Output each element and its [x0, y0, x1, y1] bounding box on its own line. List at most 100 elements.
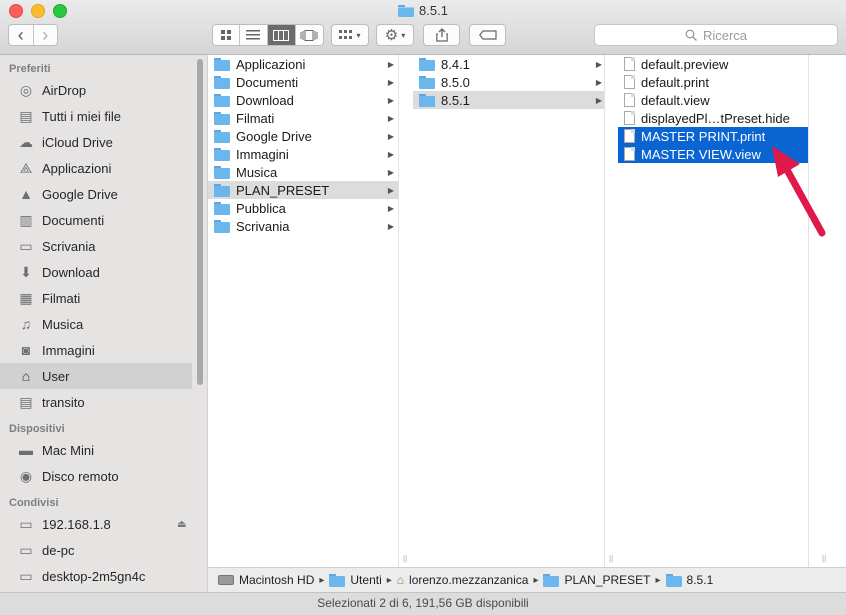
folder-icon — [214, 201, 230, 215]
column-divider[interactable]: || — [398, 55, 413, 567]
edit-tags-button[interactable] — [469, 24, 506, 46]
applications-icon: ⟁ — [19, 159, 33, 176]
sidebar-item-label: Mac Mini — [42, 442, 95, 458]
disclosure-arrow-icon: ▶ — [595, 77, 602, 87]
list-view-button[interactable] — [240, 25, 268, 45]
sidebar-item-remote-disc[interactable]: ◉ Disco remoto — [0, 463, 207, 489]
file-row[interactable]: default.preview — [618, 55, 808, 73]
document-icon — [624, 75, 635, 89]
window-toolbar: 8.5.1 ‹ › ▾ ⚙ ▾ Ricerca — [0, 0, 846, 55]
all-files-icon: ▤ — [19, 107, 33, 124]
sidebar-section-header: Condivisi — [9, 497, 59, 509]
disclosure-arrow-icon: ▶ — [387, 185, 394, 195]
item-label: 8.5.0 — [441, 74, 470, 90]
search-field[interactable]: Ricerca — [594, 24, 838, 46]
pictures-icon: ◙ — [21, 342, 31, 358]
sidebar: Preferiti ◎ AirDrop ▤ Tutti i miei file ☁ i… — [0, 55, 208, 593]
forward-button[interactable]: › — [34, 25, 58, 45]
list-view-icon — [246, 30, 261, 40]
path-segment[interactable]: Macintosh HD — [239, 573, 314, 587]
sidebar-item-applications[interactable]: ⟁ Applicazioni — [0, 155, 207, 181]
item-label: MASTER PRINT.print — [641, 128, 766, 144]
path-segment[interactable]: Utenti — [350, 573, 381, 587]
sidebar-item-airdrop[interactable]: ◎ AirDrop — [0, 77, 207, 103]
network-display-icon: ▭ — [19, 567, 33, 584]
folder-row[interactable]: Download ▶ — [208, 91, 398, 109]
path-segment[interactable]: 8.5.1 — [687, 573, 714, 587]
folder-row[interactable]: 8.5.0 ▶ — [413, 73, 606, 91]
sidebar-item-desktop-2m5gn4c[interactable]: ▭ desktop-2m5gn4c — [0, 563, 207, 589]
disclosure-arrow-icon: ▶ — [387, 167, 394, 177]
item-label: Musica — [236, 164, 278, 180]
folder-row[interactable]: 8.5.1 ▶ — [413, 91, 606, 109]
sidebar-item-label: Documenti — [42, 212, 105, 228]
sidebar-item-music[interactable]: ♫ Musica — [0, 311, 207, 337]
folder-row[interactable]: 8.4.1 ▶ — [413, 55, 606, 73]
file-row[interactable]: displayedPl…tPreset.hide — [618, 109, 808, 127]
folder-icon — [214, 111, 230, 125]
folder-row[interactable]: Applicazioni ▶ — [208, 55, 398, 73]
home-icon: ⌂ — [396, 573, 405, 587]
sidebar-item-documents[interactable]: ▥ Documenti — [0, 207, 207, 233]
back-button[interactable]: ‹ — [9, 25, 34, 45]
network-display-icon: ▭ — [19, 515, 33, 532]
sidebar-item-192-168-1-8[interactable]: ▭ 192.168.1.8 ⏏ — [0, 511, 207, 537]
item-label: Download — [236, 92, 294, 108]
coverflow-view-button[interactable] — [296, 25, 323, 45]
sidebar-item-pictures[interactable]: ◙ Immagini — [0, 337, 207, 363]
folder-icon — [214, 165, 230, 179]
sidebar-item-label: AirDrop — [42, 82, 87, 98]
arrange-button[interactable]: ▾ — [331, 24, 369, 46]
chevron-right-icon: ▸ — [319, 574, 325, 586]
chevron-right-icon: ▸ — [533, 574, 539, 586]
column-3-list: default.preview default.print default.view… — [618, 55, 808, 163]
path-segment[interactable]: PLAN_PRESET — [564, 573, 650, 587]
folder-row[interactable]: Musica ▶ — [208, 163, 398, 181]
file-row[interactable]: MASTER PRINT.print — [618, 127, 808, 145]
disclosure-arrow-icon: ▶ — [387, 149, 394, 159]
item-label: displayedPl…tPreset.hide — [641, 110, 790, 126]
folder-row[interactable]: Scrivania ▶ — [208, 217, 398, 235]
sidebar-item-user[interactable]: ⌂ User — [0, 363, 192, 389]
sidebar-item-google-drive[interactable]: ▲ Google Drive — [0, 181, 207, 207]
sidebar-item-desktop[interactable]: ▭ Scrivania — [0, 233, 207, 259]
folder-icon — [214, 183, 230, 197]
sidebar-item-label: Scrivania — [42, 238, 96, 254]
file-row[interactable]: MASTER VIEW.view — [618, 145, 808, 163]
disclosure-arrow-icon: ▶ — [387, 221, 394, 231]
sidebar-item-label: desktop-2m5gn4c — [42, 568, 146, 584]
folder-row[interactable]: Immagini ▶ — [208, 145, 398, 163]
folder-icon — [329, 573, 346, 587]
sidebar-item-de-pc[interactable]: ▭ de-pc — [0, 537, 207, 563]
resize-grip-icon: || — [609, 554, 614, 563]
icon-view-icon — [220, 29, 231, 40]
folder-row[interactable]: Documenti ▶ — [208, 73, 398, 91]
column-divider[interactable]: || — [604, 55, 619, 567]
icon-view-button[interactable] — [213, 25, 241, 45]
desktop-icon: ▭ — [19, 237, 33, 254]
folder-row[interactable]: Filmati ▶ — [208, 109, 398, 127]
file-row[interactable]: default.print — [618, 73, 808, 91]
sidebar-item-mac-mini[interactable]: ▬ Mac Mini — [0, 437, 207, 463]
status-bar: Selezionati 2 di 6, 191,56 GB disponibil… — [0, 592, 846, 615]
column-3: default.preview default.print default.view… — [618, 55, 808, 567]
disclosure-arrow-icon: ▶ — [387, 77, 394, 87]
folder-row[interactable]: PLAN_PRESET ▶ — [208, 181, 398, 199]
share-button[interactable] — [423, 24, 460, 46]
sidebar-item-all-files[interactable]: ▤ Tutti i miei file — [0, 103, 207, 129]
file-row[interactable]: default.view — [618, 91, 808, 109]
coverflow-view-icon — [300, 29, 318, 41]
sidebar-item-icloud-drive[interactable]: ☁ iCloud Drive — [0, 129, 207, 155]
folder-row[interactable]: Google Drive ▶ — [208, 127, 398, 145]
sidebar-item-movies[interactable]: ▦ Filmati — [0, 285, 207, 311]
sidebar-item-transito[interactable]: ▤ transito — [0, 389, 207, 415]
action-button[interactable]: ⚙ ▾ — [376, 24, 414, 46]
folder-row[interactable]: Pubblica ▶ — [208, 199, 398, 217]
eject-icon[interactable]: ⏏ — [177, 519, 186, 530]
sidebar-item-download[interactable]: ⬇ Download — [0, 259, 207, 285]
path-segment[interactable]: lorenzo.mezzanzanica — [409, 573, 528, 587]
column-divider[interactable]: || — [808, 55, 846, 567]
column-view-button[interactable] — [267, 25, 296, 45]
movies-icon: ▦ — [19, 289, 33, 306]
hard-drive-icon — [218, 575, 234, 585]
